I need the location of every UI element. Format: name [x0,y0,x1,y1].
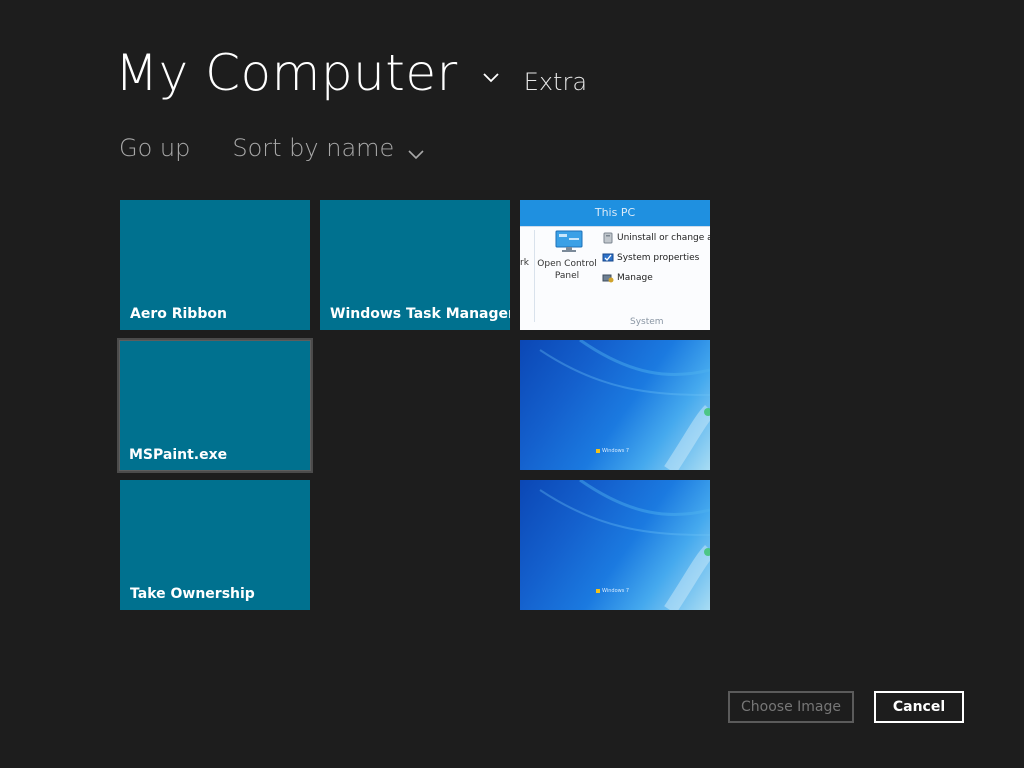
windows-logo: Windows 7 [596,448,629,454]
folder-tile-label: Aero Ribbon [130,306,227,322]
subfolder-label[interactable]: Extra [524,68,587,96]
thumbnail-item-label: Manage [617,273,653,283]
location-title[interactable]: My Computer [115,48,458,98]
thumbnail-cut-text: rk [520,258,529,268]
command-bar: Go up Sort by name [119,134,424,162]
folder-tile-label: MSPaint.exe [129,447,228,463]
system-properties-icon [602,253,614,262]
go-up-button[interactable]: Go up [119,134,190,162]
cancel-button[interactable]: Cancel [874,691,964,723]
uninstall-icon [603,232,613,244]
image-thumbnail-wallpaper-1[interactable]: Windows 7 [520,340,710,470]
wallpaper-text: Windows 7 [602,448,630,454]
sort-dropdown[interactable]: Sort by name [232,134,424,162]
folder-tile-mspaint[interactable]: MSPaint.exe [117,338,313,473]
folder-tile-label: Take Ownership [130,586,255,602]
open-control-panel-label: Open Control Panel [537,259,597,281]
thumbnail-group-label: System [630,317,664,327]
thumbnail-item-system-properties: System properties [602,248,710,268]
header: My Computer Extra [115,48,587,98]
thumbnail-divider [534,230,535,322]
control-panel-icon [554,230,584,252]
folder-tile-take-ownership[interactable]: Take Ownership [120,480,310,610]
thumbnail-system-list: Uninstall or change a System properties … [602,228,710,288]
thumbnail-item-label: Uninstall or change a [617,233,710,243]
thumbnail-item-uninstall: Uninstall or change a [602,228,710,248]
folder-tile-windows-task-manager[interactable]: Windows Task Manager [320,200,510,330]
folder-tile-label: Windows Task Manager [330,306,510,322]
folder-tile-aero-ribbon[interactable]: Aero Ribbon [120,200,310,330]
thumbnail-item-label: System properties [617,253,700,263]
choose-image-button[interactable]: Choose Image [728,691,854,723]
wallpaper-text: Windows 7 [602,588,630,594]
chevron-down-icon[interactable] [482,68,500,86]
file-picker-page: My Computer Extra Go up Sort by name Aer… [0,0,1024,768]
image-thumbnail-wallpaper-2[interactable]: Windows 7 [520,480,710,610]
thumbnail-window-title: This PC [520,200,710,226]
thumbnail-item-manage: Manage [602,268,710,288]
image-thumbnail-this-pc[interactable]: This PC rk Open Control Panel Uninstall … [520,200,710,330]
chevron-down-icon [408,140,424,160]
sort-label: Sort by name [232,134,395,162]
windows-logo: Windows 7 [596,588,629,594]
manage-icon [602,274,614,283]
